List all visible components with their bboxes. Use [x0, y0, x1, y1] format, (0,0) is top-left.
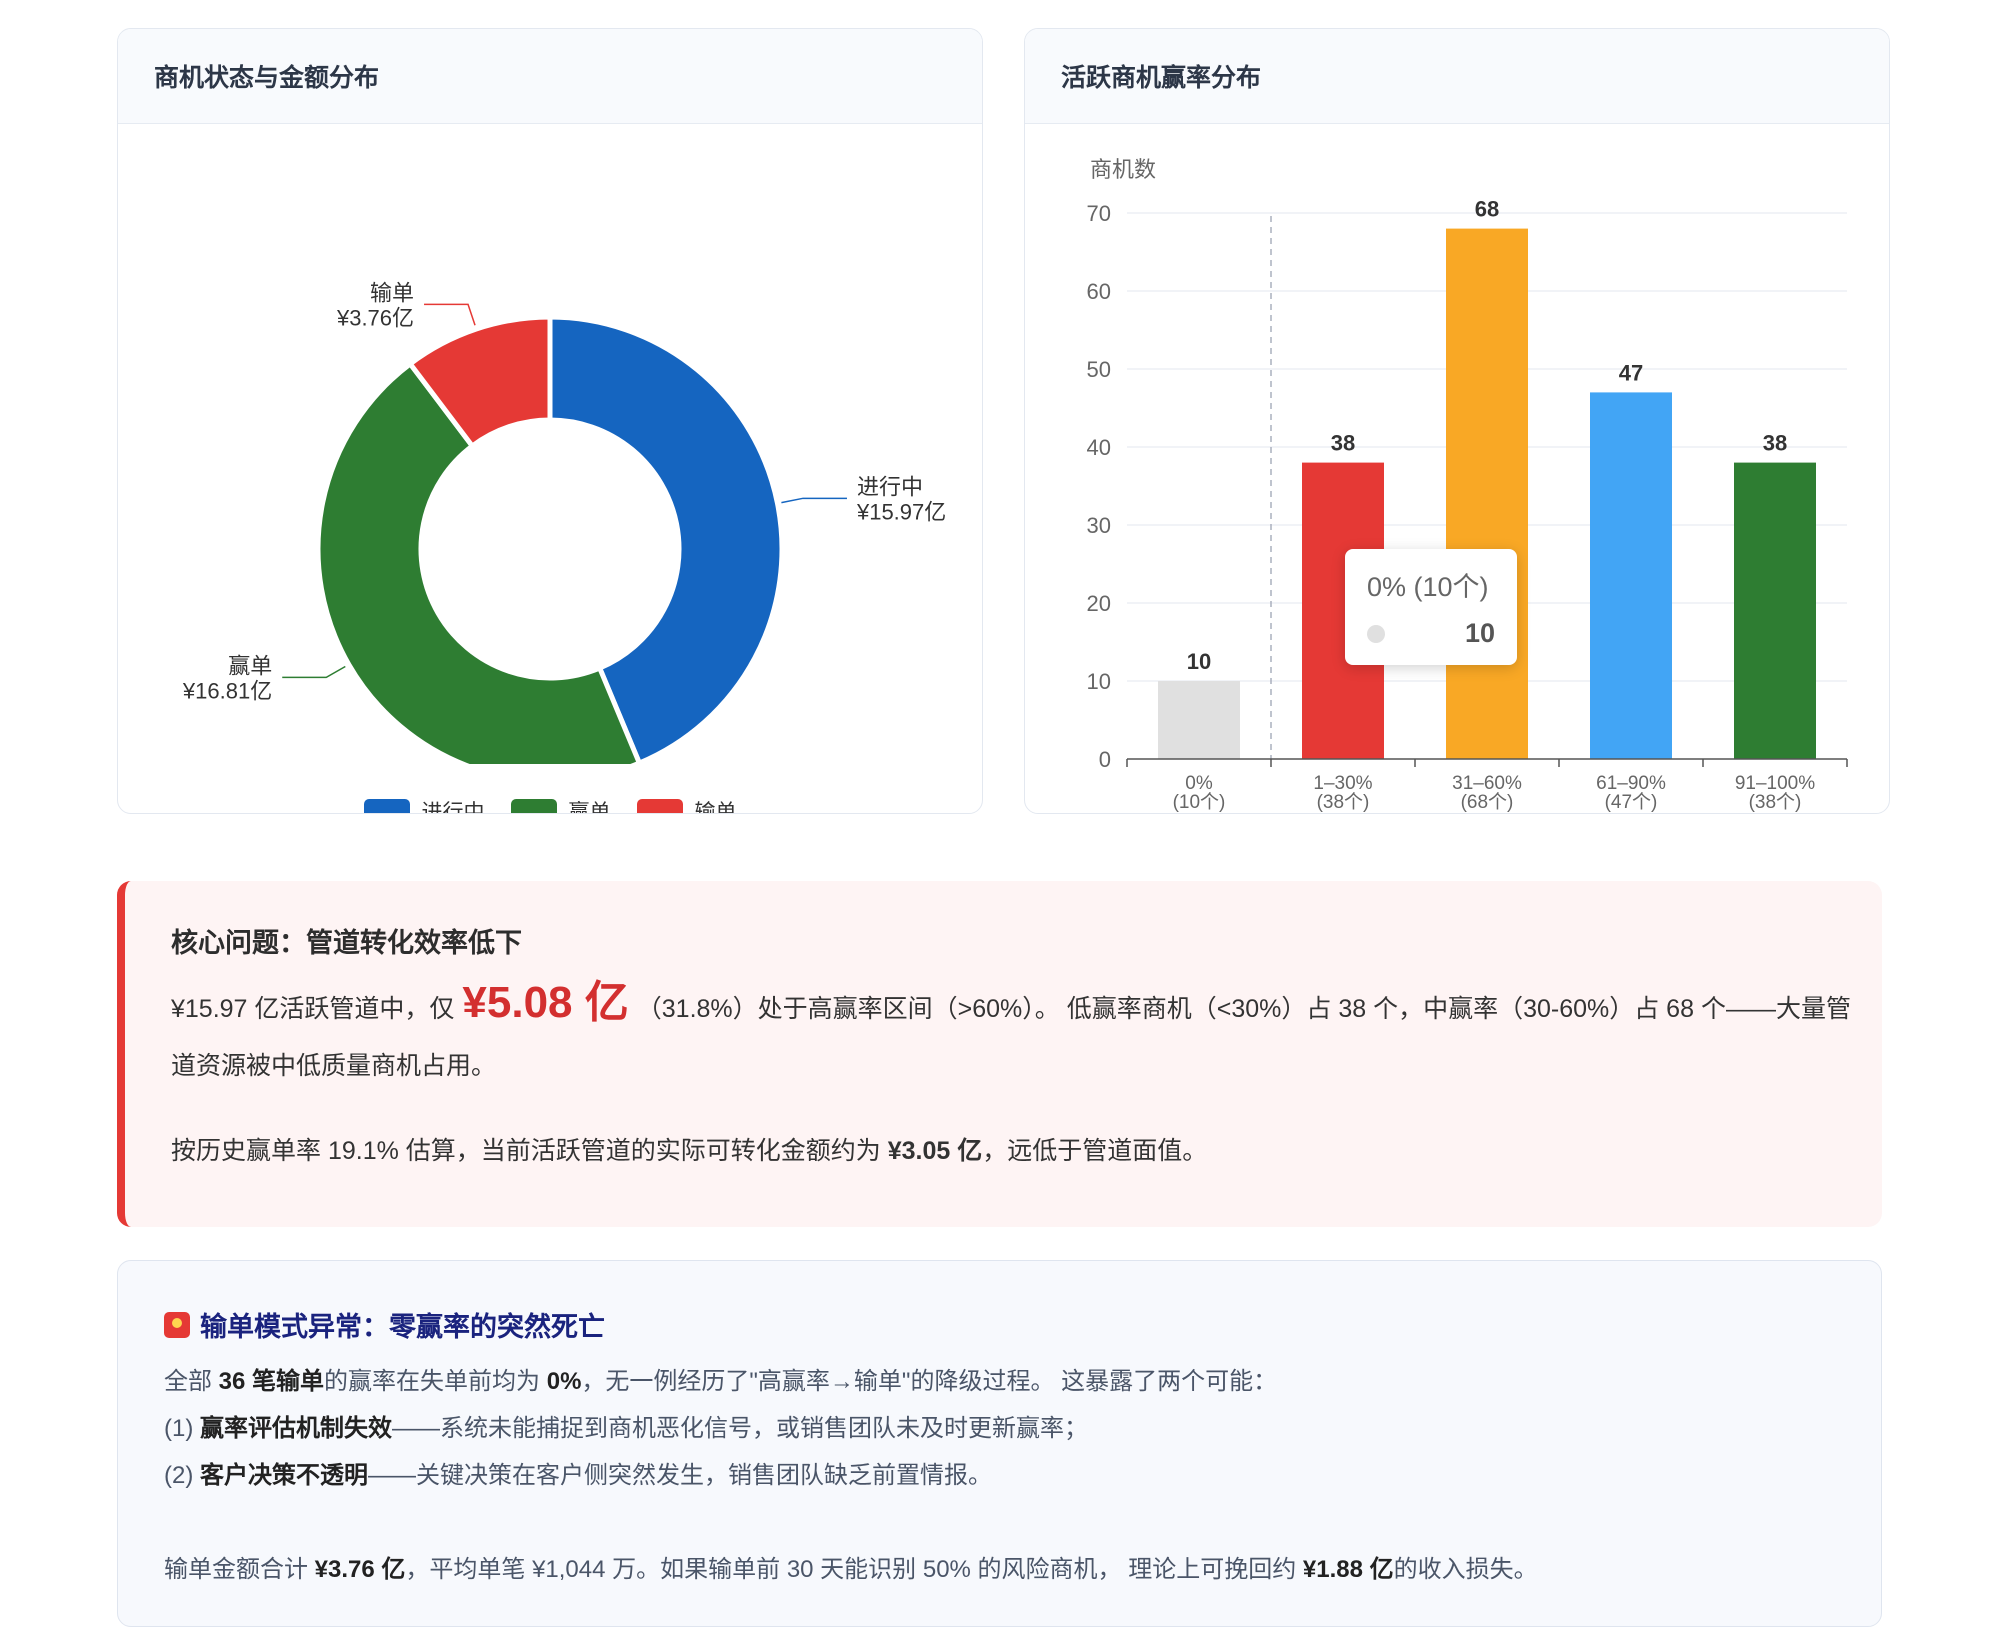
note-l4-c: ，平均单笔 ¥1,044 万。如果输单前 30 天能识别 50% 的风险商机， …: [405, 1556, 1303, 1583]
legend-swatch-won: [510, 798, 557, 813]
note-l1-e: ，无一例经历了"高赢率→输单"的降级过程。 这暴露了两个可能：: [581, 1368, 1278, 1395]
note-line-1: 全部 36 笔输单的赢率在失单前均为 0%，无一例经历了"高赢率→输单"的降级过…: [164, 1358, 1881, 1405]
bar-tooltip: 0% (10个) 10: [1345, 549, 1517, 665]
note-l1-b: 36 笔输单: [218, 1368, 325, 1395]
note-l4-d: ¥1.88 亿: [1302, 1556, 1394, 1583]
note-l1-d: 0%: [546, 1368, 582, 1395]
bar: [1590, 392, 1672, 759]
lost-deal-anomaly-note: 输单模式异常：零赢率的突然死亡 全部 36 笔输单的赢率在失单前均为 0%，无一…: [117, 1260, 1882, 1627]
alert-paragraph-1: ¥15.97 亿活跃管道中，仅 ¥5.08 亿（31.8%）处于高赢率区间（>60…: [171, 974, 1871, 1095]
y-tick-label: 0: [1099, 747, 1111, 772]
core-issue-alert: 核心问题：管道转化效率低下 ¥15.97 亿活跃管道中，仅 ¥5.08 亿（31.…: [117, 881, 1882, 1227]
donut-chart: 进行中¥15.97亿赢单¥16.81亿 输单¥3.76亿: [182, 280, 946, 764]
legend-label-ongoing: 进行中: [421, 801, 485, 814]
note-line-2: (1) 赢率评估机制失效——系统未能捕捉到商机恶化信号，或销售团队未及时更新赢率…: [164, 1405, 1881, 1452]
x-tick-sublabel: (38个): [1749, 791, 1802, 813]
donut-value-ongoing: ¥15.97亿: [856, 499, 946, 524]
alert-p2-text-c: ，远低于管道面值。: [982, 1137, 1208, 1165]
bar-chart-title: 活跃商机赢率分布: [1025, 29, 1889, 124]
legend-swatch-lost: [636, 798, 683, 813]
donut-value-lost: ¥3.76亿: [336, 305, 414, 330]
bar: [1734, 462, 1816, 759]
donut-leader-won: [282, 665, 346, 679]
tooltip-marker: [1367, 624, 1385, 643]
alert-paragraph-2: 按历史赢单率 19.1% 估算，当前活跃管道的实际可转化金额约为 ¥3.05 亿…: [171, 1131, 1882, 1167]
legend-item-won[interactable]: 赢单: [510, 796, 611, 814]
note-title: 输单模式异常：零赢率的突然死亡: [200, 1312, 605, 1342]
bar-chart: 商机数010203040506070100%(10个)381–30%(38个)6…: [1087, 157, 1848, 813]
note-line-3: (2) 客户决策不透明——关键决策在客户侧突然发生，销售团队缺乏前置情报。: [164, 1452, 1881, 1499]
alert-p2-text-a: 按历史赢单率 19.1% 估算，当前活跃管道的实际可转化金额约为: [171, 1137, 888, 1165]
x-tick-label: 1–30%: [1313, 773, 1372, 794]
alert-p2-amount: ¥3.05 亿: [887, 1137, 983, 1165]
y-tick-label: 60: [1087, 279, 1111, 304]
donut-chart-title: 商机状态与金额分布: [118, 29, 982, 124]
siren-icon: [164, 1311, 190, 1338]
note-title-row: 输单模式异常：零赢率的突然死亡: [164, 1305, 1881, 1344]
alert-highlight-amount: ¥5.08 亿: [462, 978, 629, 1027]
legend-swatch-ongoing: [363, 798, 410, 813]
donut-leader-ongoing: [781, 497, 847, 504]
donut-label-lost: 输单: [370, 280, 414, 305]
x-tick-sublabel: (68个): [1461, 791, 1514, 813]
legend-label-lost: 输单: [694, 801, 737, 814]
bar-value-label: 68: [1475, 197, 1499, 222]
donut-leader-lost: [424, 303, 476, 326]
donut-label-won: 赢单: [228, 653, 272, 678]
note-line-4: 输单金额合计 ¥3.76 亿，平均单笔 ¥1,044 万。如果输单前 30 天能…: [164, 1546, 1881, 1593]
y-axis-label: 商机数: [1090, 157, 1156, 182]
y-tick-label: 10: [1087, 669, 1111, 694]
x-tick-sublabel: (38个): [1317, 791, 1370, 813]
legend-item-ongoing[interactable]: 进行中: [363, 796, 485, 814]
note-l1-c: 的赢率在失单前均为: [324, 1368, 547, 1395]
alert-title: 核心问题：管道转化效率低下: [171, 928, 522, 958]
x-tick-label: 31–60%: [1452, 773, 1522, 794]
y-tick-label: 40: [1087, 435, 1111, 460]
x-tick-label: 91–100%: [1735, 773, 1815, 794]
y-tick-label: 50: [1087, 357, 1111, 382]
donut-label-ongoing: 进行中: [857, 474, 923, 499]
bar-value-label: 38: [1763, 431, 1787, 456]
note-l3-c: ——关键决策在客户侧突然发生，销售团队缺乏前置情报。: [368, 1462, 992, 1489]
bar: [1446, 228, 1528, 760]
alert-p1-text-a: ¥15.97 亿活跃管道中，仅: [171, 995, 455, 1023]
note-l3-a: (2): [164, 1462, 200, 1489]
donut-legend: 进行中 赢单 输单: [118, 796, 982, 814]
x-tick-label: 61–90%: [1596, 773, 1666, 794]
bar-value-label: 10: [1187, 649, 1211, 674]
x-tick-sublabel: (10个): [1173, 791, 1226, 813]
donut-value-won: ¥16.81亿: [182, 678, 272, 703]
note-l3-b: 客户决策不透明: [200, 1462, 368, 1489]
note-l4-a: 输单金额合计: [164, 1556, 315, 1583]
note-l2-b: 赢率评估机制失效: [200, 1415, 392, 1442]
tooltip-title: 0% (10个): [1367, 572, 1489, 602]
x-tick-sublabel: (47个): [1605, 791, 1658, 813]
legend-item-lost[interactable]: 输单: [636, 796, 737, 814]
y-tick-label: 70: [1087, 201, 1111, 226]
legend-label-won: 赢单: [568, 801, 611, 814]
y-tick-label: 20: [1087, 591, 1111, 616]
y-tick-label: 30: [1087, 513, 1111, 538]
note-l2-c: ——系统未能捕捉到商机恶化信号，或销售团队未及时更新赢率；: [392, 1415, 1088, 1442]
note-l4-b: ¥3.76 亿: [314, 1556, 406, 1583]
bar-value-label: 47: [1619, 360, 1643, 385]
note-l4-e: 的收入损失。: [1393, 1556, 1538, 1583]
bar: [1158, 681, 1240, 759]
x-tick-label: 0%: [1185, 773, 1213, 794]
bar-chart-card: 活跃商机赢率分布 商机数 0 10 20 30 40 50 60 70 10 0% (10个) 38 1–…: [1024, 28, 1890, 814]
tooltip-value: 10: [1464, 618, 1495, 648]
donut-chart-card: 商机状态与金额分布 进行中 ¥15.97亿 赢单 ¥16.81亿 输单 ¥3.76亿 进行…: [117, 28, 983, 814]
note-l1-a: 全部: [164, 1368, 219, 1395]
bar-value-label: 38: [1331, 431, 1355, 456]
note-l2-a: (1): [164, 1415, 200, 1442]
